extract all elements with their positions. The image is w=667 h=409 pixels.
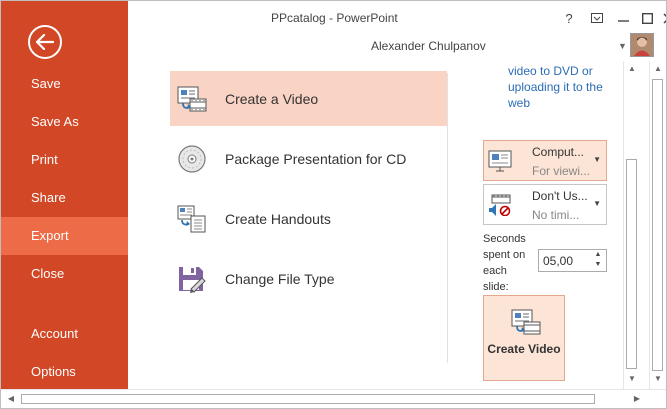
export-option-label: Change File Type [225,270,335,287]
sidebar-item-account[interactable]: Account [1,315,128,353]
sidebar-item-export[interactable]: Export [1,217,128,255]
user-photo-icon [631,34,653,56]
video-icon [511,309,541,335]
window-vertical-scrollbar[interactable]: ▲ ▼ [649,61,666,389]
quality-dropdown[interactable]: Comput... For viewi... ▼ [483,140,607,181]
export-option-package-cd[interactable]: Package Presentation for CD [170,131,447,186]
narration-dropdown[interactable]: Don't Us... No timi... ▼ [483,184,607,225]
avatar[interactable] [630,33,654,57]
no-narration-icon [489,194,511,216]
user-name[interactable]: Alexander Chulpanov [371,39,486,53]
sidebar-item-print[interactable]: Print [1,141,128,179]
quality-value: Comput... [532,145,585,159]
monitor-icon [488,150,512,172]
dropdown-arrow-icon: ▼ [593,199,601,208]
detail-vertical-scrollbar[interactable]: ▲ ▼ [623,61,640,389]
scrollbar-thumb[interactable] [21,394,595,404]
seconds-input[interactable] [539,250,593,271]
export-option-label: Package Presentation for CD [225,150,407,167]
export-option-create-video[interactable]: Create a Video [170,71,447,126]
backstage-sidebar: Save Save As Print Share Export Close Ac… [1,1,128,389]
sidebar-item-save-as[interactable]: Save As [1,103,128,141]
spin-down-icon[interactable]: ▼ [592,260,604,270]
narration-value: Don't Us... [532,189,588,203]
scrollbar-thumb[interactable] [652,79,663,371]
scroll-up-icon[interactable]: ▲ [650,61,666,77]
file-type-icon [177,264,207,294]
scroll-right-icon[interactable]: ▶ [629,390,645,408]
close-icon [662,12,666,24]
scroll-down-icon[interactable]: ▼ [650,371,666,387]
seconds-stepper[interactable]: ▲ ▼ [538,249,607,272]
handouts-icon [177,204,207,234]
maximize-button[interactable] [637,8,657,28]
powerpoint-window: Save Save As Print Share Export Close Ac… [0,0,667,409]
horizontal-scrollbar[interactable]: ◀ ▶ [1,389,666,408]
export-option-label: Create Handouts [225,210,331,227]
scroll-left-icon[interactable]: ◀ [3,390,19,408]
window-title: PPcatalog - PowerPoint [271,11,398,25]
minimize-icon [617,20,629,22]
sidebar-item-close[interactable]: Close [1,255,128,293]
export-option-create-handouts[interactable]: Create Handouts [170,191,447,246]
scrollbar-thumb[interactable] [626,159,637,369]
help-button[interactable]: ? [559,8,579,28]
ribbon-display-button[interactable] [587,8,607,28]
narration-description: No timi... [532,208,580,222]
title-bar: PPcatalog - PowerPoint ? [128,1,666,37]
spin-up-icon[interactable]: ▲ [592,250,604,260]
scroll-down-icon[interactable]: ▼ [624,371,640,387]
ribbon-display-icon [591,13,603,23]
chevron-down-icon[interactable]: ▼ [618,41,627,51]
create-video-button[interactable]: Create Video [483,295,565,381]
sidebar-item-share[interactable]: Share [1,179,128,217]
minimize-button[interactable] [613,8,633,28]
back-arrow-icon [36,34,54,50]
cd-icon [177,144,207,174]
seconds-label: Seconds spent on each slide: [483,233,526,293]
sidebar-item-save[interactable]: Save [1,65,128,103]
video-icon [177,84,207,114]
export-option-label: Create a Video [225,90,319,107]
create-video-label: Create Video [487,342,561,356]
sidebar-item-options[interactable]: Options [1,353,128,391]
back-button[interactable] [28,25,62,59]
dropdown-arrow-icon: ▼ [593,155,601,164]
maximize-icon [641,12,653,24]
quality-description: For viewi... [532,164,591,178]
video-description-link[interactable]: video to DVD or uploading it to the web [508,63,618,111]
pane-divider [447,73,448,363]
export-option-change-file-type[interactable]: Change File Type [170,251,447,306]
close-button[interactable] [658,8,666,28]
scroll-up-icon[interactable]: ▲ [624,61,640,77]
